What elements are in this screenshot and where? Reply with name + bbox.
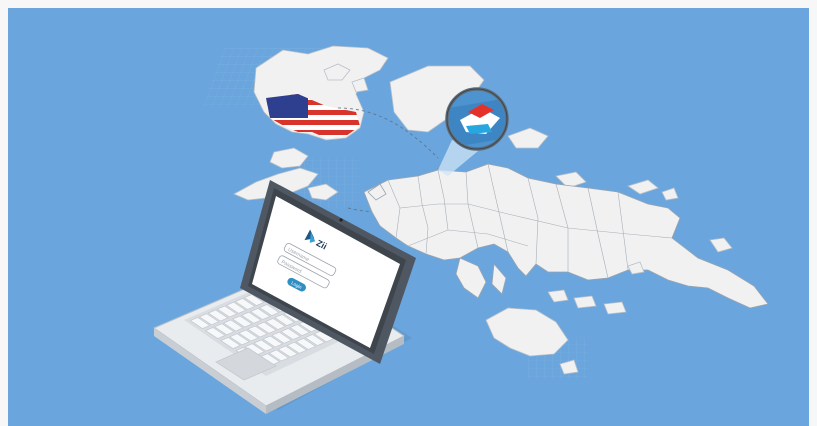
magnifier (445, 87, 509, 151)
eurasia (363, 163, 769, 309)
scene-svg: Zii Username Password Login (152, 45, 769, 414)
world-map-illustration: Zii Username Password Login (8, 8, 809, 426)
